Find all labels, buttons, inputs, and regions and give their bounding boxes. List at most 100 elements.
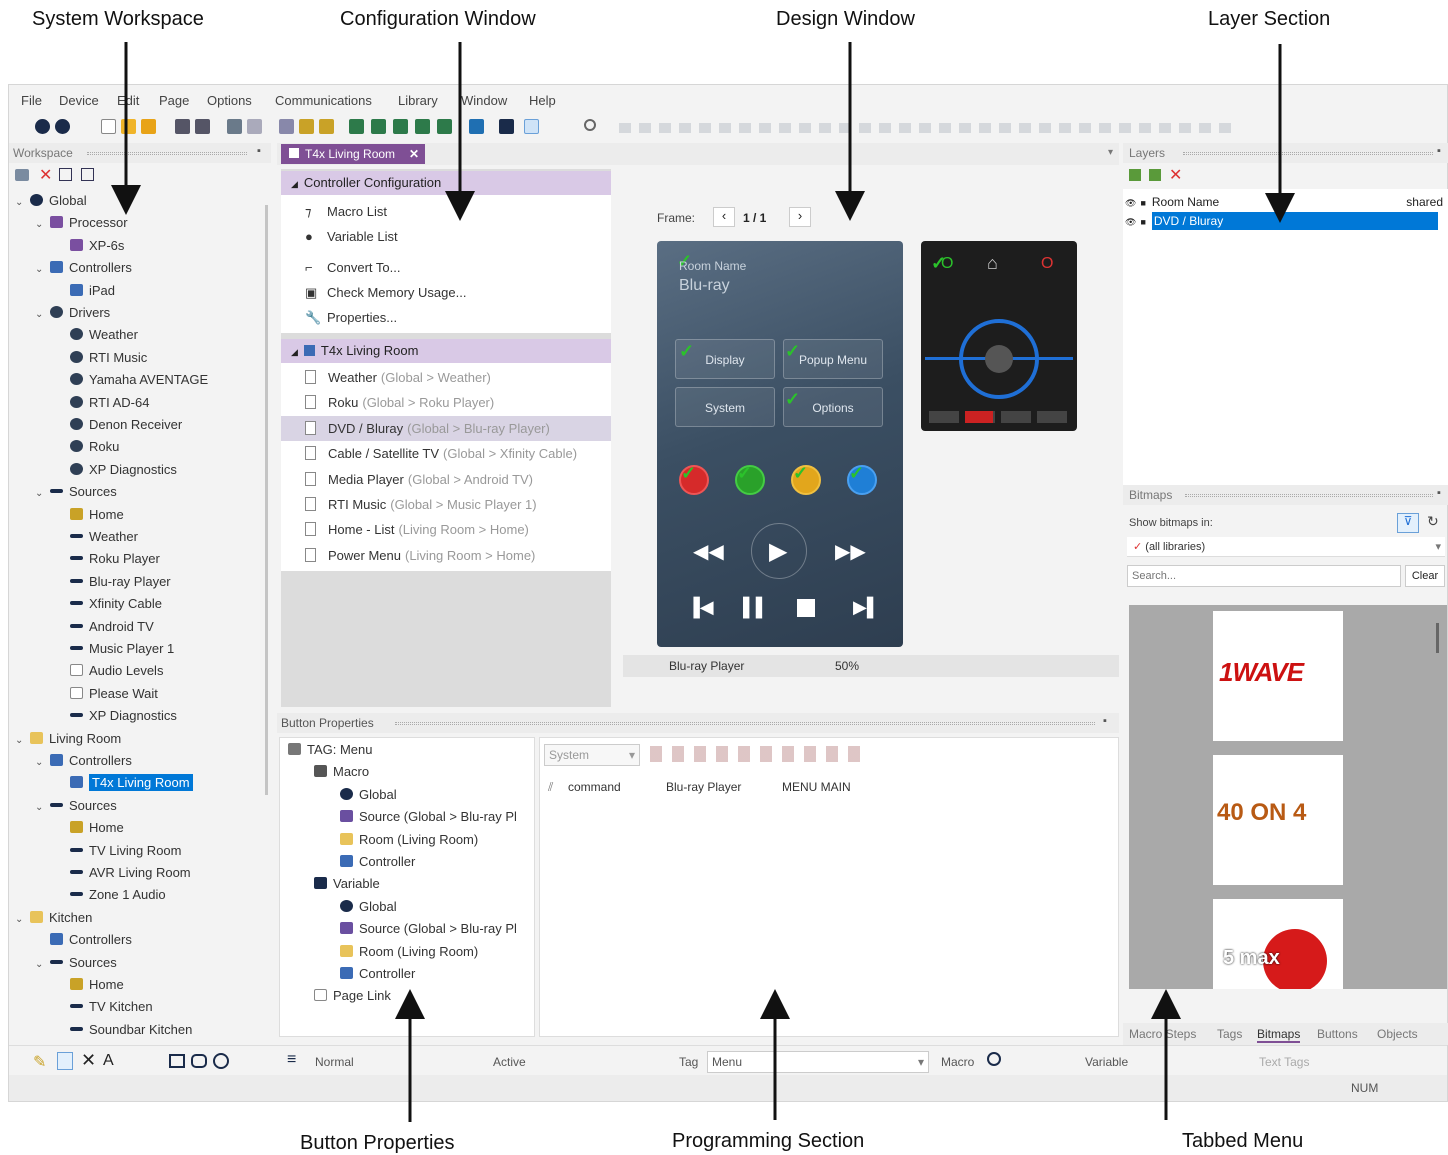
- folder-icon[interactable]: [141, 119, 156, 134]
- pin-icon[interactable]: ▪: [1437, 145, 1441, 157]
- workspace-tree-item[interactable]: Yamaha AVENTAGE: [55, 370, 208, 390]
- power-off-icon[interactable]: O: [1041, 255, 1053, 273]
- bitmap-search-input[interactable]: [1127, 565, 1401, 587]
- back-icon[interactable]: [35, 119, 50, 134]
- rectangle-icon[interactable]: [169, 1054, 185, 1068]
- convert-to-item[interactable]: ⌐ Convert To...: [281, 255, 611, 280]
- menu-help[interactable]: Help: [529, 93, 556, 108]
- lock-icon[interactable]: ■: [1140, 198, 1145, 208]
- paste-icon[interactable]: [319, 119, 334, 134]
- list-icon[interactable]: ≡: [287, 1051, 296, 1069]
- new-icon[interactable]: [101, 119, 116, 134]
- workspace-tree-item[interactable]: RTI Music: [55, 348, 147, 368]
- tab-t4x-living-room[interactable]: T4x Living Room ✕: [281, 144, 425, 164]
- workspace-tree-item[interactable]: RTI AD-64: [55, 393, 149, 413]
- workspace-tree-item[interactable]: Music Player 1: [55, 639, 174, 659]
- visibility-icon[interactable]: 👁: [1125, 217, 1136, 227]
- home-icon[interactable]: ⌂: [987, 253, 998, 274]
- menu-options[interactable]: Options: [207, 93, 252, 108]
- menu-window[interactable]: Window: [461, 93, 507, 108]
- chevron-down-icon[interactable]: ⌄: [35, 484, 47, 504]
- workspace-tree-item[interactable]: Blu-ray Player: [55, 572, 171, 592]
- close-icon[interactable]: ✕: [409, 144, 419, 164]
- workspace-scrollbar[interactable]: [265, 205, 268, 795]
- clear-button[interactable]: Clear: [1405, 565, 1445, 587]
- chevron-down-icon[interactable]: ⌄: [35, 260, 47, 280]
- bitmap-thumbnail[interactable]: 40 ON 4: [1213, 755, 1343, 885]
- workspace-tree-item[interactable]: Roku: [55, 437, 119, 457]
- tag-select[interactable]: Menu ▾: [707, 1051, 929, 1073]
- menu-communications[interactable]: Communications: [275, 93, 372, 108]
- globe-icon[interactable]: [987, 1052, 1001, 1066]
- tab-bitmaps[interactable]: Bitmaps: [1257, 1027, 1301, 1043]
- button-properties-item[interactable]: Room (Living Room): [340, 830, 478, 850]
- image6-icon[interactable]: [469, 119, 484, 134]
- delete-icon[interactable]: ✕: [81, 1050, 96, 1071]
- layer-row[interactable]: 👁 ■ DVD / Bluray: [1125, 212, 1447, 230]
- variable-list-item[interactable]: ● Variable List: [281, 224, 611, 249]
- save-icon[interactable]: [175, 119, 190, 134]
- workspace-tree-item[interactable]: ⌄ Kitchen: [15, 908, 92, 928]
- menu-file[interactable]: File: [21, 93, 42, 108]
- workspace-tree-item[interactable]: ⌄ Global: [15, 191, 87, 211]
- command-label[interactable]: command: [568, 780, 621, 794]
- button-properties-item[interactable]: Controller: [340, 964, 415, 984]
- workspace-delete-icon[interactable]: ✕: [39, 165, 52, 185]
- workspace-tree-item[interactable]: Denon Receiver: [55, 415, 182, 435]
- refresh-icon[interactable]: ↻: [1427, 513, 1439, 530]
- workspace-tree-item[interactable]: TV Kitchen: [55, 997, 153, 1017]
- layer-row[interactable]: 👁 ■ Room Name shared: [1125, 193, 1447, 211]
- workspace-tree-item[interactable]: Soundbar Kitchen: [55, 1020, 192, 1040]
- workspace-collapse-icon[interactable]: [81, 168, 94, 181]
- workspace-tree-item[interactable]: Audio Levels: [55, 661, 163, 681]
- button-properties-item[interactable]: Page Link: [314, 986, 391, 1006]
- rounded-rect-icon[interactable]: [191, 1054, 207, 1068]
- fast-forward-icon[interactable]: ▶▶: [835, 539, 866, 564]
- workspace-tree-item[interactable]: Home: [55, 818, 124, 838]
- lock-icon[interactable]: ■: [1140, 217, 1145, 227]
- workspace-tree-item[interactable]: ⌄ Sources: [35, 796, 117, 816]
- button-properties-item[interactable]: Variable: [314, 874, 380, 894]
- button-properties-item[interactable]: TAG: Menu: [288, 740, 373, 760]
- menu-device[interactable]: Device: [59, 93, 99, 108]
- workspace-tree-item[interactable]: XP Diagnostics: [55, 706, 177, 726]
- system-button[interactable]: System: [675, 387, 775, 427]
- system-select[interactable]: System ▾: [544, 744, 640, 766]
- workspace-tree-item[interactable]: TV Living Room: [55, 841, 181, 861]
- cut-icon[interactable]: [279, 119, 294, 134]
- workspace-tree-item[interactable]: Please Wait: [55, 684, 158, 704]
- text-tags-label[interactable]: Text Tags: [1259, 1055, 1309, 1069]
- frame-next-button[interactable]: ›: [789, 207, 811, 227]
- tab-objects[interactable]: Objects: [1377, 1027, 1418, 1041]
- tab-tags[interactable]: Tags: [1217, 1027, 1242, 1041]
- normal-state-label[interactable]: Normal: [315, 1055, 354, 1069]
- button-properties-item[interactable]: Room (Living Room): [340, 942, 478, 962]
- menu-edit[interactable]: Edit: [117, 93, 139, 108]
- workspace-tree-item[interactable]: Home: [55, 975, 124, 995]
- power-on-icon[interactable]: O: [941, 255, 953, 273]
- page-list-item[interactable]: DVD / Bluray (Global > Blu-ray Player): [281, 415, 611, 441]
- workspace-tree-item[interactable]: AVR Living Room: [55, 863, 191, 883]
- button-properties-item[interactable]: Macro: [314, 762, 369, 782]
- dropdown-icon[interactable]: ▾: [1108, 147, 1113, 158]
- button-properties-item[interactable]: Source (Global > Blu-ray Pl: [340, 807, 517, 827]
- workspace-tree-item[interactable]: T4x Living Room: [55, 773, 193, 793]
- chevron-down-icon[interactable]: ⌄: [15, 193, 27, 213]
- image3-icon[interactable]: [393, 119, 408, 134]
- workspace-tree-item[interactable]: ⌄ Living Room: [15, 729, 121, 749]
- workspace-tree-item[interactable]: ⌄ Sources: [35, 953, 117, 973]
- page-list-item[interactable]: Power Menu (Living Room > Home): [281, 543, 611, 568]
- print-icon[interactable]: [195, 119, 210, 134]
- button-properties-item[interactable]: Source (Global > Blu-ray Pl: [340, 919, 517, 939]
- workspace-tree-item[interactable]: iPad: [55, 281, 115, 301]
- workspace-tree-item[interactable]: Controllers: [35, 930, 132, 950]
- workspace-expand-icon[interactable]: [59, 168, 72, 181]
- rewind-icon[interactable]: ◀◀: [693, 539, 724, 564]
- stop-icon[interactable]: [797, 599, 815, 617]
- page-list-item[interactable]: Media Player (Global > Android TV): [281, 467, 611, 492]
- workspace-tree-item[interactable]: ⌄ Drivers: [35, 303, 110, 323]
- chevron-down-icon[interactable]: ⌄: [35, 798, 47, 818]
- workspace-tree-item[interactable]: Weather: [55, 325, 138, 345]
- page-list-item[interactable]: RTI Music (Global > Music Player 1): [281, 492, 611, 517]
- workspace-tree-item[interactable]: ⌄ Controllers: [35, 258, 132, 278]
